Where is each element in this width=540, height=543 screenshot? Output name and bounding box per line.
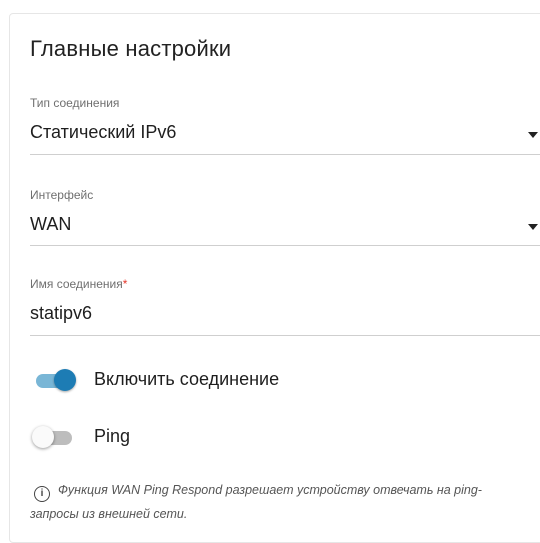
interface-underline [30,245,540,246]
connection-name-field[interactable]: Имя соединения* statipv6 [30,277,540,337]
connection-name-label-text: Имя соединения [30,277,123,291]
connection-type-select[interactable]: Тип соединения Статический IPv6 [30,96,540,156]
connection-name-underline [30,335,540,336]
interface-value: WAN [30,214,72,234]
connection-type-value: Статический IPv6 [30,122,177,142]
connection-type-underline [30,154,540,155]
connection-name-input[interactable]: statipv6 [30,303,92,324]
toggle-knob [32,426,54,448]
section-title: Главные настройки [30,36,232,61]
enable-connection-label: Включить соединение [94,369,280,389]
connection-type-label: Тип соединения [30,96,120,110]
chevron-down-icon [528,224,538,230]
ping-toggle[interactable] [32,423,78,451]
toggle-knob [54,369,76,391]
chevron-down-icon [528,132,538,138]
info-text: Функция WAN Ping Respond разрешает устро… [30,483,482,521]
connection-name-label: Имя соединения* [30,277,127,291]
enable-connection-toggle[interactable] [32,366,78,394]
required-asterisk: * [122,277,128,291]
interface-label: Интерфейс [30,188,94,202]
ping-label: Ping [94,426,131,446]
info-icon: i [34,486,50,502]
info-note: i Функция WAN Ping Respond разрешает устр… [30,478,520,526]
interface-select[interactable]: Интерфейс WAN [30,188,540,248]
